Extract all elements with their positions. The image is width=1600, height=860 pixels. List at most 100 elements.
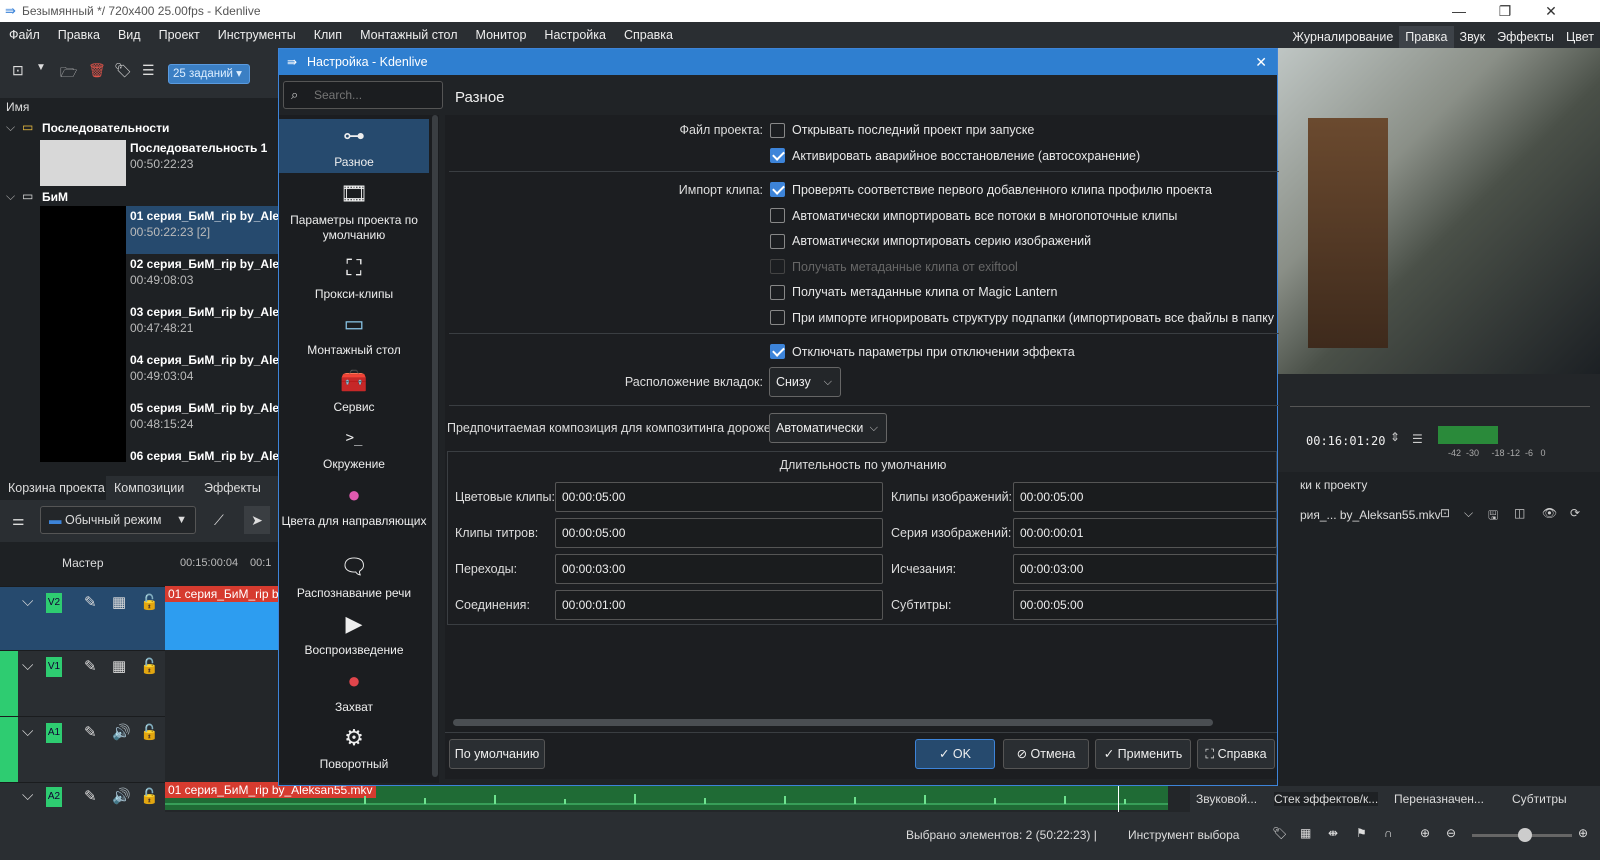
clip-name[interactable]: 06 серия_БиМ_rip by_Aleksan55.mkv <box>130 449 278 462</box>
mixes-field[interactable]: 00:00:01:00 <box>555 590 883 620</box>
track-v1[interactable]: ⌵ V1 ✎ ▦ 🔓 <box>0 650 165 717</box>
dialog-close-button[interactable]: ✕ <box>1255 49 1267 75</box>
open-last-checkbox[interactable] <box>770 123 785 138</box>
eye-icon[interactable]: 👁 <box>1542 506 1557 520</box>
spacer-tool-icon[interactable]: ⟋ <box>214 512 224 529</box>
clip-name[interactable]: 02 серия_БиМ_rip by_Aleksan55.mkv <box>130 257 278 271</box>
menu-timeline[interactable]: Монтажный стол <box>351 22 466 48</box>
title-clips-field[interactable]: 00:00:05:00 <box>555 518 883 548</box>
color-clips-field[interactable]: 00:00:05:00 <box>555 482 883 512</box>
image-sequence-field[interactable]: 00:00:00:01 <box>1013 518 1277 548</box>
help-button[interactable]: ⛶ Справка <box>1197 739 1275 769</box>
menu-monitor[interactable]: Монитор <box>467 22 536 48</box>
search-input[interactable] <box>283 81 443 109</box>
playhead[interactable] <box>1118 782 1119 812</box>
tab-effects[interactable]: Эффекты <box>204 476 261 500</box>
cancel-button[interactable]: ⊘ Отмена <box>1003 739 1089 769</box>
jobs-dropdown[interactable]: 25 заданий ▾ <box>168 64 250 84</box>
magic-lantern-checkbox[interactable] <box>770 285 785 300</box>
clip-name[interactable]: 05 серия_БиМ_rip by_Aleksan55.mkv <box>130 401 278 415</box>
import-images-checkbox[interactable] <box>770 234 785 249</box>
menu-settings[interactable]: Настройка <box>535 22 615 48</box>
tab-project-bin[interactable]: Корзина проекта <box>0 476 106 500</box>
clip-name[interactable]: 03 серия_БиМ_rip by_Aleksan55.mkv <box>130 305 278 319</box>
sliders-icon[interactable]: ⚌ <box>12 512 25 529</box>
tab-audio-mixer[interactable]: Звуковой... <box>1196 792 1257 806</box>
spin-icon[interactable]: ⇕ <box>1390 430 1400 444</box>
chevron-down-icon[interactable]: ⌵ <box>22 787 33 804</box>
tab-position-dropdown[interactable]: Снизу ⌵ <box>769 367 841 397</box>
tab-subtitles[interactable]: Субтитры <box>1512 792 1567 806</box>
track-a2[interactable]: ⌵ A2 ✎ 🔊 🔓 <box>0 782 165 812</box>
zoom-out-icon[interactable]: ⊖ <box>1446 826 1456 840</box>
maximize-button[interactable]: ❐ <box>1482 0 1528 22</box>
tab-compositions[interactable]: Композиции <box>114 476 184 500</box>
sidebar-item-timeline[interactable]: ▭ Монтажный стол <box>279 307 429 361</box>
effects-wand-icon[interactable]: ✎ <box>84 723 97 741</box>
fades-field[interactable]: 00:00:03:00 <box>1013 554 1277 584</box>
effects-wand-icon[interactable]: ✎ <box>84 593 97 611</box>
import-streams-checkbox[interactable] <box>770 208 785 223</box>
sync-icon[interactable]: ⟳ <box>1570 506 1580 520</box>
add-clip-icon[interactable]: ⊡ <box>12 62 24 79</box>
timeline-clip-a2[interactable]: 01 серия_БиМ_rip by_Aleksan55.mkv <box>165 782 1168 810</box>
flag-icon[interactable]: ⚑ <box>1356 826 1367 840</box>
snap-icon[interactable]: ⇼ <box>1328 826 1338 840</box>
panel-tab[interactable]: ки к проекту <box>1300 478 1367 492</box>
sidebar-item-speech[interactable]: 🗨 Распознавание речи <box>279 550 429 604</box>
zoom-slider-handle[interactable] <box>1518 828 1532 842</box>
lock-icon[interactable]: 🔓 <box>140 787 159 805</box>
edit-mode-dropdown[interactable]: ▬ Обычный режим ▼ <box>40 506 196 534</box>
defaults-button[interactable]: По умолчанию <box>449 739 545 769</box>
chevron-down-icon[interactable]: ⌵ <box>22 593 33 610</box>
zoom-fit-icon[interactable]: ⊕ <box>1420 826 1430 840</box>
disable-params-checkbox[interactable] <box>770 344 785 359</box>
lock-icon[interactable]: 🔓 <box>140 723 159 741</box>
ignore-subfolders-checkbox[interactable] <box>770 310 785 325</box>
content-hscrollbar[interactable] <box>453 719 1213 726</box>
image-clips-field[interactable]: 00:00:05:00 <box>1013 482 1277 512</box>
folder-icon[interactable]: 🗁 <box>60 62 77 86</box>
menu-icon[interactable]: ☰ <box>142 62 155 79</box>
workspace-audio[interactable]: Звук <box>1454 26 1492 48</box>
sidebar-item-jog-shuttle[interactable]: ⚙ Поворотный <box>279 721 429 775</box>
select-tool-icon[interactable]: ➤ <box>244 506 270 534</box>
ok-button[interactable]: ✓ OK <box>915 739 995 769</box>
autosave-checkbox[interactable] <box>770 148 785 163</box>
sidebar-item-environment[interactable]: >_ Окружение <box>279 421 429 475</box>
magnet-icon[interactable]: ∩ <box>1384 826 1393 840</box>
chevron-down-icon[interactable]: ⌵ <box>22 657 33 674</box>
check-profile-checkbox[interactable] <box>770 182 785 197</box>
film-icon[interactable]: ▦ <box>1300 826 1311 840</box>
film-icon[interactable]: ▦ <box>112 593 126 611</box>
split-icon[interactable]: ◫ <box>1514 506 1525 520</box>
sidebar-item-guide-colors[interactable]: ● Цвета для направляющих <box>279 478 429 546</box>
chevron-down-icon[interactable]: ⌵ <box>1464 506 1473 521</box>
menu-edit[interactable]: Правка <box>49 22 109 48</box>
apply-button[interactable]: ✓ Применить <box>1095 739 1191 769</box>
clip-name[interactable]: 01 серия_БиМ_rip by_Aleksan55.mkv <box>130 209 278 223</box>
tag-icon[interactable]: 🏷 <box>1272 826 1287 840</box>
workspace-logging[interactable]: Журналирование <box>1286 26 1399 48</box>
save-icon[interactable]: 🖫 <box>1488 506 1498 527</box>
sequence-name[interactable]: Последовательность 1 <box>130 141 278 155</box>
transitions-field[interactable]: 00:00:03:00 <box>555 554 883 584</box>
sidebar-item-misc[interactable]: ⊶ Разное <box>279 119 429 173</box>
sidebar-item-project-defaults[interactable]: 🎞 Параметры проекта по умолчанию <box>279 177 429 245</box>
sidebar-item-playback[interactable]: ▶ Воспроизведение <box>279 607 429 661</box>
composite-dropdown[interactable]: Автоматически ⌵ <box>769 413 887 443</box>
subtitles-field[interactable]: 00:00:05:00 <box>1013 590 1277 620</box>
trash-icon[interactable]: 🗑 <box>88 62 106 79</box>
timeline-clip-v2[interactable]: 01 серия_БиМ_rip by_Aleksan55.mkv <box>165 586 278 650</box>
sidebar-item-proxy[interactable]: ⛶ Прокси-клипы <box>279 251 429 305</box>
clip-name[interactable]: 04 серия_БиМ_rip by_Aleksan55.mkv <box>130 353 278 367</box>
minimize-button[interactable]: — <box>1436 0 1482 22</box>
tab-remap[interactable]: Переназначен... <box>1394 792 1484 806</box>
chevron-down-icon[interactable]: ▼ <box>36 62 46 73</box>
workspace-color[interactable]: Цвет <box>1560 26 1600 48</box>
menu-clip[interactable]: Клип <box>305 22 351 48</box>
tab-effect-stack[interactable]: Стек эффектов/к... <box>1274 792 1379 806</box>
tag-icon[interactable]: 🏷 <box>114 62 132 79</box>
effects-wand-icon[interactable]: ✎ <box>84 787 97 805</box>
sidebar-item-tools[interactable]: 🧰 Сервис <box>279 364 429 418</box>
